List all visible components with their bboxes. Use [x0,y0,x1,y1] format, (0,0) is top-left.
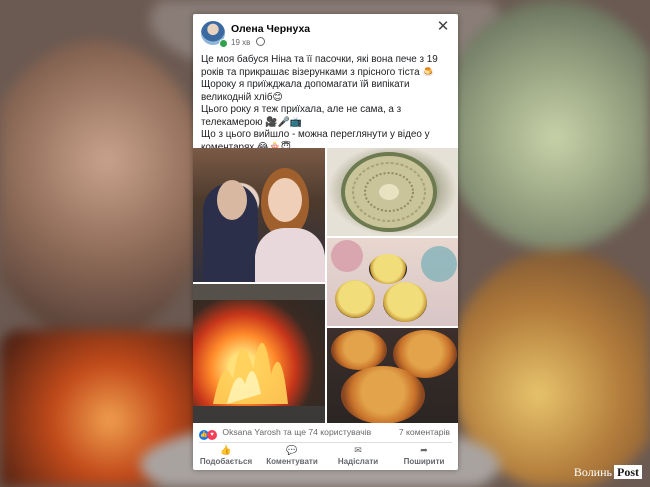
share-icon: ➦ [420,445,428,455]
globe-icon [255,37,265,46]
comment-icon: 💬 [286,445,298,455]
post-text-line: Цього року я теж приїхала, але не сама, … [201,104,402,115]
photo-easter-breads-on-table[interactable] [327,238,458,326]
photo-decorated-dough[interactable] [327,148,458,236]
send-button-label: Надіслати [337,457,379,466]
post-text-line: телекамерою 🎥🎤📺 [201,116,303,128]
photo-oven-fire[interactable] [193,284,325,423]
post-text-line: великодній хліб😊 [201,91,283,103]
online-status-dot [219,39,228,48]
love-reaction-icon: ♥ [207,430,217,440]
post-time[interactable]: 19 хв [231,38,250,47]
thumbs-up-icon: 👍 [220,445,232,455]
share-button-label: Поширити [403,457,445,466]
photo-grandmother-and-granddaughter[interactable] [193,148,325,282]
comment-button-label: Коментувати [266,457,318,466]
divider [199,442,452,443]
messenger-icon: ✉ [354,445,362,455]
post-meta: 19 хв [231,37,265,47]
photo-decorated-paskas[interactable] [327,328,458,423]
send-button[interactable]: ✉ Надіслати [325,444,391,470]
watermark-post: Post [614,465,642,479]
photo-grid [193,148,458,423]
watermark-brand: Волинь [573,465,612,479]
facebook-post-card: Олена Чернуха 19 хв ✕ Це моя бабуся Ніна… [193,14,458,470]
post-header: Олена Чернуха 19 хв ✕ [193,14,458,50]
comment-button[interactable]: 💬 Коментувати [259,444,325,470]
post-text-line: років та прикрашає візерунками з прісног… [201,66,435,78]
post-text-line: Щороку я приїжджала допомагати їй випіка… [201,79,410,90]
action-bar: 👍 Подобається 💬 Коментувати ✉ Надіслати … [193,444,458,470]
reaction-names[interactable]: Oksana Yarosh та ще 74 користувачів [222,427,371,437]
post-text-line: Що з цього вийшло - можна переглянути у … [201,129,430,140]
reactions-bar[interactable]: 👍 ♥ Oksana Yarosh та ще 74 користувачів 7… [199,427,454,440]
close-icon[interactable]: ✕ [436,19,450,34]
post-text-line: Це моя бабуся Ніна та її пасочки, які во… [201,54,438,65]
like-button-label: Подобається [199,457,253,466]
comments-count[interactable]: 7 коментарів [399,427,450,437]
author-name[interactable]: Олена Чернуха [231,23,310,35]
share-button[interactable]: ➦ Поширити [391,444,457,470]
post-text: Це моя бабуся Ніна та її пасочки, які во… [201,54,453,154]
volyn-post-watermark: Волинь Post [574,465,642,481]
like-button[interactable]: 👍 Подобається [193,444,259,470]
